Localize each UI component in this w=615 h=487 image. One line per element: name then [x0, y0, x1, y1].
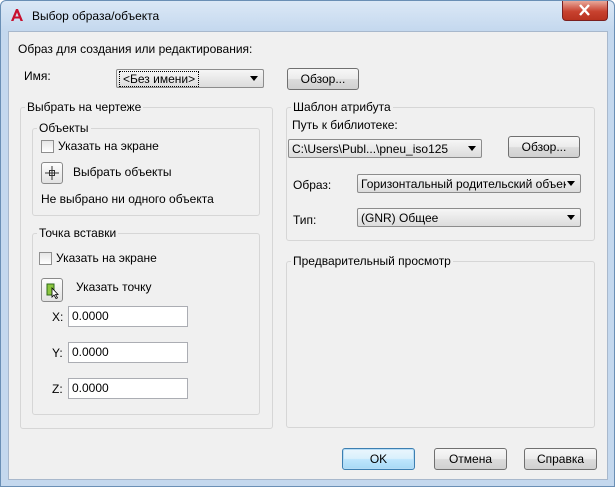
- type-label: Тип:: [293, 213, 317, 227]
- title-bar[interactable]: Выбор образа/объекта: [1, 1, 614, 31]
- library-path-combobox[interactable]: C:\Users\Publ...\pneu_iso125: [288, 139, 482, 158]
- chevron-down-icon: [567, 215, 575, 220]
- library-path-value: C:\Users\Publ...\pneu_iso125: [292, 142, 449, 156]
- x-coordinate-input[interactable]: 0.0000: [68, 306, 188, 327]
- objects-status-text: Не выбрано ни одного объекта: [41, 192, 214, 206]
- pick-point-icon: [46, 283, 59, 299]
- create-edit-prompt: Образ для создания или редактирования:: [18, 42, 253, 56]
- help-button[interactable]: Справка: [524, 448, 597, 470]
- name-label: Имя:: [24, 69, 51, 83]
- close-button[interactable]: [562, 1, 608, 21]
- ok-button[interactable]: OK: [342, 448, 415, 470]
- select-objects-button[interactable]: [41, 162, 63, 184]
- chevron-down-icon: [567, 181, 575, 186]
- attribute-template-title: Шаблон атрибута: [291, 100, 393, 114]
- autocad-app-icon: [11, 9, 23, 21]
- pick-point-label: Указать точку: [76, 280, 152, 294]
- name-combobox[interactable]: <Без имени>: [116, 69, 264, 88]
- cancel-button[interactable]: Отмена: [434, 448, 507, 470]
- preview-title: Предварительный просмотр: [291, 254, 453, 268]
- library-path-label: Путь к библиотеке:: [292, 118, 398, 132]
- objects-specify-on-screen-checkbox[interactable]: [41, 140, 54, 153]
- insertion-specify-on-screen-checkbox[interactable]: [39, 252, 52, 265]
- x-label: X:: [52, 310, 64, 324]
- chevron-down-icon: [468, 146, 476, 151]
- select-on-drawing-title: Выбрать на чертеже: [25, 100, 144, 114]
- window-title: Выбор образа/объекта: [32, 9, 160, 23]
- insertion-point-title: Точка вставки: [37, 226, 119, 240]
- preview-group: [286, 261, 595, 428]
- crosshair-icon: [45, 166, 59, 180]
- z-label: Z:: [52, 382, 63, 396]
- z-coordinate-input[interactable]: 0.0000: [68, 378, 188, 399]
- name-combobox-value: <Без имени>: [119, 71, 200, 87]
- y-label: Y:: [52, 346, 63, 360]
- dialog-body: Образ для создания или редактирования: И…: [8, 31, 608, 480]
- chevron-down-icon: [250, 76, 258, 81]
- objects-title: Объекты: [37, 121, 91, 135]
- pick-point-button[interactable]: [41, 278, 63, 302]
- select-objects-label: Выбрать объекты: [73, 165, 172, 179]
- image-value: Горизонтальный родительский объект: [361, 177, 566, 191]
- image-label: Образ:: [293, 178, 332, 192]
- browse-name-button[interactable]: Обзор...: [287, 68, 359, 90]
- objects-specify-on-screen-label: Указать на экране: [58, 139, 159, 153]
- image-combobox[interactable]: Горизонтальный родительский объект: [357, 174, 581, 193]
- insertion-specify-on-screen-label: Указать на экране: [56, 251, 157, 265]
- close-icon: [579, 4, 590, 16]
- dialog-window: Выбор образа/объекта Образ для создания …: [0, 0, 615, 487]
- type-combobox[interactable]: (GNR) Общее: [357, 208, 581, 227]
- y-coordinate-input[interactable]: 0.0000: [68, 342, 188, 363]
- type-value: (GNR) Общее: [361, 211, 439, 225]
- browse-library-button[interactable]: Обзор...: [508, 136, 580, 158]
